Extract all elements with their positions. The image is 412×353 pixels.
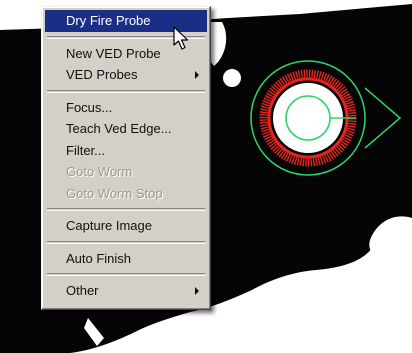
- part-hole-small: [223, 69, 241, 87]
- menu-separator: [47, 89, 205, 93]
- menu-separator: [47, 273, 205, 276]
- menu-item-other[interactable]: Other: [45, 280, 207, 302]
- menu-item-goto-worm: Goto Worm: [66, 164, 133, 179]
- menu-item-teach-ved-edge[interactable]: Teach Ved Edge...: [45, 118, 207, 140]
- menu-item-capture-image[interactable]: Capture Image: [45, 215, 207, 237]
- menu-item-ved-probes[interactable]: VED Probes: [45, 64, 207, 86]
- arrow-pointer-icon: [173, 26, 189, 50]
- menu-item-goto-worm-stop: Goto Worm Stop: [66, 185, 163, 201]
- menu-item-filter[interactable]: Filter...: [45, 140, 207, 162]
- menu-item-other-label: Other: [66, 283, 99, 298]
- camera-view-window: Dry Fire Probe New VED Probe VED Probes …: [0, 0, 412, 353]
- menu-item-auto-finish[interactable]: Auto Finish: [45, 248, 207, 270]
- submenu-arrow-icon: [195, 287, 199, 295]
- menu-item-ved-probes-label: VED Probes: [66, 67, 138, 82]
- menu-separator: [47, 208, 205, 211]
- menu-item-focus[interactable]: Focus...: [45, 97, 207, 119]
- submenu-arrow-icon: [195, 71, 199, 79]
- menu-separator: [47, 240, 205, 244]
